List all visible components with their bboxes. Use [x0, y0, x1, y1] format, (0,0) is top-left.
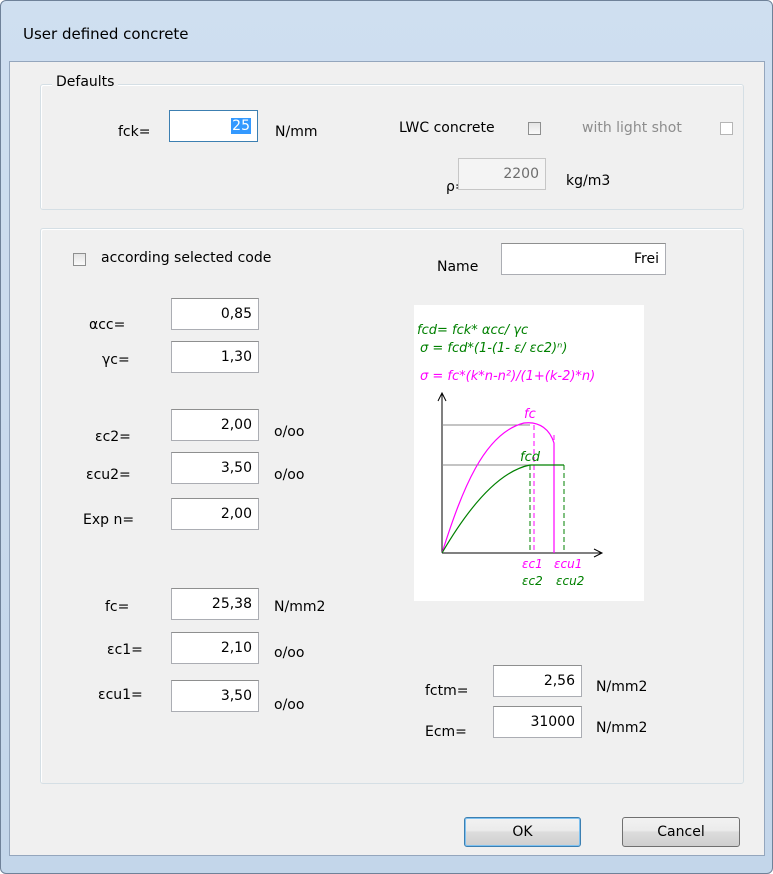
label-ecu2: εcu2: [556, 574, 584, 588]
lwc-checkbox[interactable]: [528, 122, 541, 135]
exp-n-label: Exp n=: [83, 512, 135, 528]
fc-label: fc=: [105, 599, 130, 615]
label-fcd: fcd: [520, 450, 541, 465]
dialog-window: User defined concrete Defaults fck= 25 N…: [0, 0, 773, 874]
ecm-label: Ecm=: [425, 724, 467, 740]
formula-sargin: σ = fc*(k*n-n²)/(1+(k-2)*n): [420, 369, 595, 384]
dialog-body: Defaults fck= 25 N/mm LWC concrete with …: [9, 61, 765, 856]
defaults-legend: Defaults: [52, 74, 119, 90]
alpha-cc-input[interactable]: 0,85: [171, 298, 259, 330]
sargin-curve: [441, 422, 555, 554]
eps-c2-unit: o/oo: [274, 424, 305, 440]
stress-strain-diagram: fcd= fck* αcc/ γc σ = fcd*(1-(1- ε/ εc2)…: [414, 305, 644, 601]
eps-c2-label: εc2=: [95, 429, 131, 445]
ok-button[interactable]: OK: [464, 817, 581, 847]
eps-cu2-label: εcu2=: [86, 467, 131, 483]
fck-unit: N/mm: [275, 124, 318, 140]
eps-c1-unit: o/oo: [274, 645, 305, 661]
label-ec2: εc2: [522, 574, 543, 588]
parabola-curve: [441, 464, 564, 554]
rho-unit: kg/m3: [566, 173, 611, 189]
formula-parabola: σ = fcd*(1-(1- ε/ εc2)ⁿ): [420, 341, 567, 356]
title-bar[interactable]: User defined concrete: [1, 1, 772, 61]
rho-input[interactable]: 2200: [458, 158, 546, 190]
ecm-input[interactable]: 31000: [493, 706, 582, 738]
fc-unit: N/mm2: [274, 599, 326, 615]
fctm-input[interactable]: 2,56: [493, 665, 582, 697]
name-input[interactable]: Frei: [501, 243, 666, 275]
fck-label: fck=: [118, 124, 151, 140]
eps-c1-input[interactable]: 2,10: [171, 632, 259, 664]
according-code-checkbox[interactable]: [73, 253, 86, 266]
eps-cu1-unit: o/oo: [274, 697, 305, 713]
according-code-label: according selected code: [101, 250, 272, 266]
gamma-c-label: γc=: [102, 352, 130, 368]
eps-cu2-input[interactable]: 3,50: [171, 452, 259, 484]
exp-n-input[interactable]: 2,00: [171, 498, 259, 530]
fck-input[interactable]: 25: [169, 110, 258, 142]
defaults-group: [40, 84, 744, 210]
light-shot-checkbox[interactable]: [720, 122, 733, 135]
eps-c2-input[interactable]: 2,00: [171, 409, 259, 441]
gamma-c-input[interactable]: 1,30: [171, 341, 259, 373]
eps-cu1-input[interactable]: 3,50: [171, 680, 259, 712]
name-label: Name: [437, 259, 479, 275]
ecm-unit: N/mm2: [596, 720, 648, 736]
label-fc: fc: [524, 407, 536, 422]
light-shot-label: with light shot: [582, 120, 682, 136]
label-ecu1: εcu1: [554, 557, 582, 571]
fc-input[interactable]: 25,38: [171, 588, 259, 620]
eps-cu1-label: εcu1=: [98, 687, 143, 703]
alpha-cc-label: αcc=: [89, 317, 126, 333]
label-ec1: εc1: [522, 557, 543, 571]
fctm-unit: N/mm2: [596, 679, 648, 695]
eps-c1-label: εc1=: [107, 642, 143, 658]
cancel-button[interactable]: Cancel: [622, 817, 740, 847]
fctm-label: fctm=: [425, 683, 469, 699]
lwc-label: LWC concrete: [399, 120, 495, 136]
window-title: User defined concrete: [23, 25, 189, 43]
formula-fcd: fcd= fck* αcc/ γc: [417, 323, 528, 338]
eps-cu2-unit: o/oo: [274, 467, 305, 483]
